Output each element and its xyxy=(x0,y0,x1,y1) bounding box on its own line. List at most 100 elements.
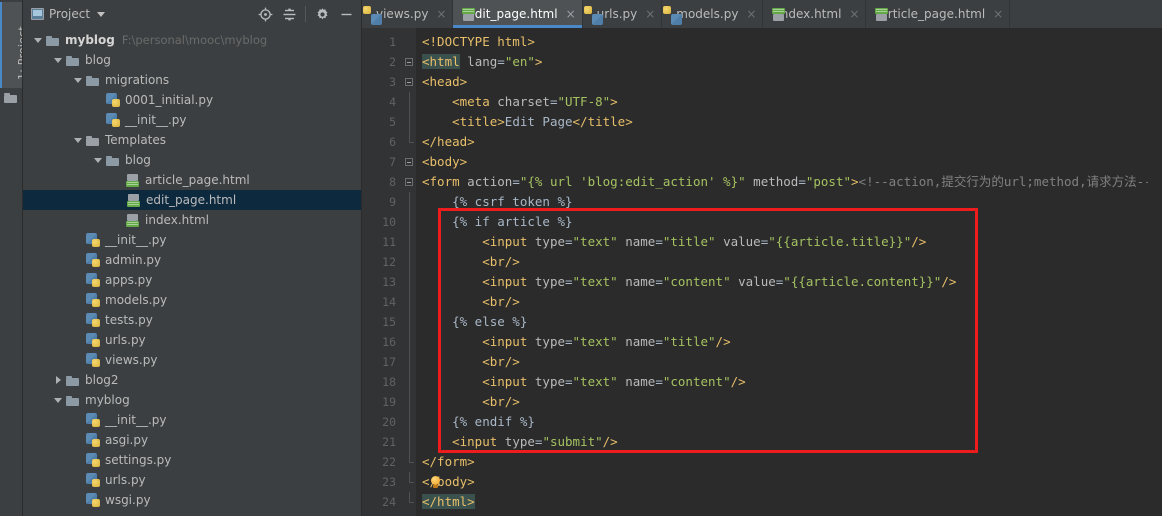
code-line[interactable]: <head> xyxy=(422,72,1148,92)
fold-slot[interactable] xyxy=(402,452,416,472)
code-line[interactable]: <meta charset="UTF-8"> xyxy=(422,92,1148,112)
tree-item-apps-py[interactable]: apps.py xyxy=(23,270,361,290)
tree-item--init-py[interactable]: __init__.py xyxy=(23,110,361,130)
fold-slot[interactable] xyxy=(402,472,416,492)
fold-collapse-icon[interactable] xyxy=(405,78,413,86)
chevron-down-icon[interactable] xyxy=(31,37,45,43)
locate-in-tree-icon[interactable] xyxy=(254,3,276,25)
tree-item--init-py[interactable]: __init__.py xyxy=(23,410,361,430)
chevron-down-icon[interactable] xyxy=(51,397,65,403)
code-line[interactable]: <br/> xyxy=(422,292,1148,312)
code-line[interactable]: <form action="{% url 'blog:edit_action' … xyxy=(422,172,1148,192)
code-line[interactable]: {% csrf_token %} xyxy=(422,192,1148,212)
folder-icon[interactable] xyxy=(4,92,18,103)
tree-item-edit-page-html[interactable]: edit_page.html xyxy=(23,190,361,210)
editor-tab-urls-py[interactable]: urls.py × xyxy=(583,0,663,28)
fold-slot[interactable] xyxy=(402,72,416,92)
code-line[interactable]: <input type="text" name="content"/> xyxy=(422,372,1148,392)
tree-item-migrations[interactable]: migrations xyxy=(23,70,361,90)
editor-tab-edit-page-html[interactable]: edit_page.html × xyxy=(453,0,583,28)
fold-slot[interactable] xyxy=(402,272,416,292)
code-line[interactable]: <br/> xyxy=(422,252,1148,272)
fold-slot[interactable] xyxy=(402,492,416,512)
code-line[interactable]: </html> xyxy=(422,492,1148,512)
code-line[interactable]: <title>Edit Page</title> xyxy=(422,112,1148,132)
code-line[interactable]: {% endif %} xyxy=(422,412,1148,432)
tree-item-admin-py[interactable]: admin.py xyxy=(23,250,361,270)
fold-slot[interactable] xyxy=(402,152,416,172)
editor-tab-article-page-html[interactable]: article_page.html × xyxy=(866,0,1011,28)
code-line[interactable]: </body> xyxy=(422,472,1148,492)
code-line[interactable]: <html lang="en"> xyxy=(422,52,1148,72)
code-line[interactable]: <br/> xyxy=(422,352,1148,372)
tree-item-myblog[interactable]: myblog F:\personal\mooc\myblog xyxy=(23,30,361,50)
code-line[interactable]: <input type="text" name="title"/> xyxy=(422,332,1148,352)
fold-slot[interactable] xyxy=(402,392,416,412)
fold-slot[interactable] xyxy=(402,312,416,332)
project-file-tree[interactable]: myblog F:\personal\mooc\myblog blog migrati… xyxy=(23,28,361,516)
code-line[interactable]: {% if article %} xyxy=(422,212,1148,232)
fold-slot[interactable] xyxy=(402,232,416,252)
editor-tab-index-html[interactable]: index.html × xyxy=(763,0,867,28)
code-line[interactable]: <br/> xyxy=(422,392,1148,412)
editor-tab-views-py[interactable]: views.py × xyxy=(362,0,454,28)
chevron-down-icon[interactable] xyxy=(91,157,105,163)
fold-slot[interactable] xyxy=(402,112,416,132)
code-line[interactable]: <input type="submit"/> xyxy=(422,432,1148,452)
tree-item-myblog[interactable]: myblog xyxy=(23,390,361,410)
fold-slot[interactable] xyxy=(402,212,416,232)
tree-item-blog[interactable]: blog xyxy=(23,50,361,70)
tree-item-index-html[interactable]: index.html xyxy=(23,210,361,230)
code-folding-gutter[interactable] xyxy=(402,28,416,516)
hide-panel-icon[interactable] xyxy=(335,3,357,25)
code-line[interactable]: <!DOCTYPE html> xyxy=(422,32,1148,52)
tree-item-blog2[interactable]: blog2 xyxy=(23,370,361,390)
code-editor[interactable]: <!DOCTYPE html> <html lang="en"> <head> <m… xyxy=(416,28,1148,516)
tree-item-asgi-py[interactable]: asgi.py xyxy=(23,430,361,450)
fold-slot[interactable] xyxy=(402,352,416,372)
tree-item-article-page-html[interactable]: article_page.html xyxy=(23,170,361,190)
fold-collapse-icon[interactable] xyxy=(405,158,413,166)
fold-slot[interactable] xyxy=(402,372,416,392)
close-icon[interactable]: × xyxy=(849,8,859,20)
tree-item--init-py[interactable]: __init__.py xyxy=(23,230,361,250)
chevron-down-icon[interactable] xyxy=(71,77,85,83)
chevron-down-icon[interactable] xyxy=(51,57,65,63)
tree-item-views-py[interactable]: views.py xyxy=(23,350,361,370)
close-icon[interactable]: × xyxy=(993,8,1003,20)
tree-item-blog[interactable]: blog xyxy=(23,150,361,170)
intention-bulb-icon[interactable] xyxy=(430,476,441,488)
close-icon[interactable]: × xyxy=(645,8,655,20)
gear-icon[interactable] xyxy=(311,3,333,25)
fold-collapse-icon[interactable] xyxy=(405,58,413,66)
tree-item-settings-py[interactable]: settings.py xyxy=(23,450,361,470)
fold-slot[interactable] xyxy=(402,132,416,152)
fold-slot[interactable] xyxy=(402,32,416,52)
fold-slot[interactable] xyxy=(402,432,416,452)
editor-vertical-scrollbar[interactable] xyxy=(1148,28,1162,516)
code-line[interactable]: <body> xyxy=(422,152,1148,172)
close-icon[interactable]: × xyxy=(436,8,446,20)
fold-slot[interactable] xyxy=(402,412,416,432)
fold-slot[interactable] xyxy=(402,192,416,212)
fold-slot[interactable] xyxy=(402,332,416,352)
close-icon[interactable]: × xyxy=(746,8,756,20)
tree-item-models-py[interactable]: models.py xyxy=(23,290,361,310)
fold-slot[interactable] xyxy=(402,252,416,272)
fold-slot[interactable] xyxy=(402,172,416,192)
code-line[interactable]: </form> xyxy=(422,452,1148,472)
code-line[interactable]: {% else %} xyxy=(422,312,1148,332)
fold-collapse-icon[interactable] xyxy=(405,178,413,186)
tree-item-urls-py[interactable]: urls.py xyxy=(23,330,361,350)
collapse-all-icon[interactable] xyxy=(278,3,300,25)
chevron-down-icon[interactable] xyxy=(97,11,106,17)
code-line[interactable]: <input type="text" name="content" value=… xyxy=(422,272,1148,292)
code-line[interactable]: </head> xyxy=(422,132,1148,152)
code-line[interactable]: <input type="text" name="title" value="{… xyxy=(422,232,1148,252)
tree-item-wsgi-py[interactable]: wsgi.py xyxy=(23,490,361,510)
tree-item-tests-py[interactable]: tests.py xyxy=(23,310,361,330)
tree-item-0001-initial-py[interactable]: 0001_initial.py xyxy=(23,90,361,110)
tree-item-templates[interactable]: Templates xyxy=(23,130,361,150)
editor-tab-models-py[interactable]: models.py × xyxy=(662,0,764,28)
fold-slot[interactable] xyxy=(402,52,416,72)
